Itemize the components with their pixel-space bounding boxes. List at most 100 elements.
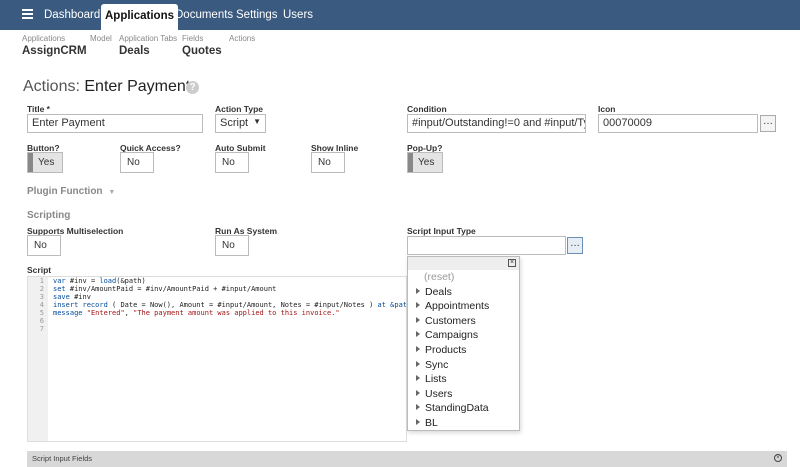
help-icon[interactable]: ? [186, 81, 199, 94]
expand-arrow-icon[interactable] [416, 404, 420, 411]
code-content[interactable]: var #inv = load(&path) set #inv/AmountPa… [53, 277, 406, 333]
dropdown-item-label: Lists [425, 373, 447, 386]
breadcrumb-model[interactable]: Model [90, 34, 112, 43]
dropdown-item-bl[interactable]: BL [408, 416, 519, 431]
breadcrumb-value[interactable]: Quotes [182, 45, 222, 57]
code-line: insert record ( Date = Now(), Amount = #… [53, 301, 406, 309]
supports-multiselection-value: No [34, 240, 47, 251]
expand-arrow-icon[interactable] [416, 302, 420, 309]
breadcrumb-label: Fields [182, 34, 204, 43]
script-input-fields-bar[interactable]: Script Input Fields × [27, 451, 787, 467]
top-nav-bar: Dashboard Applications Documents Setting… [0, 0, 800, 30]
dropdown-header: × [408, 257, 519, 270]
script-editor[interactable]: 1 2 3 4 5 6 7 var #inv = load(&path) set… [27, 276, 407, 442]
line-number: 1 [39, 277, 44, 285]
script-input-type-dropdown: × (reset) Deals Appointments Customers C… [407, 256, 520, 431]
quick-access-toggle-value: No [127, 157, 140, 168]
icon-picker-button[interactable]: … [760, 115, 776, 132]
action-type-label: Action Type [215, 104, 264, 114]
dropdown-item-label: BL [425, 416, 438, 429]
breadcrumb-value[interactable]: AssignCRM [22, 45, 87, 57]
show-inline-toggle[interactable]: No [311, 152, 345, 173]
expand-arrow-icon[interactable] [416, 345, 420, 352]
condition-label: Condition [407, 104, 447, 114]
nav-applications[interactable]: Applications [101, 4, 179, 30]
action-type-select[interactable]: Script ▼ [215, 114, 266, 133]
run-as-system-toggle[interactable]: No [215, 235, 249, 256]
breadcrumb-label: Model [90, 34, 112, 43]
dropdown-item-deals[interactable]: Deals [408, 285, 519, 300]
condition-input[interactable]: #input/Outstanding!=0 and #input/Typ [407, 114, 586, 133]
expand-arrow-icon[interactable] [416, 418, 420, 425]
button-toggle-value: Yes [38, 157, 55, 168]
line-number: 7 [39, 325, 44, 333]
dropdown-item-sync[interactable]: Sync [408, 358, 519, 373]
breadcrumb-label: Application Tabs [119, 34, 178, 43]
menu-icon[interactable] [22, 9, 33, 19]
breadcrumb-applications[interactable]: Applications AssignCRM [22, 34, 87, 57]
toggle-lever [28, 153, 33, 172]
dropdown-item-label: Appointments [425, 300, 490, 313]
auto-submit-toggle[interactable]: No [215, 152, 249, 173]
dropdown-reset-option[interactable]: (reset) [408, 270, 519, 285]
script-input-type-input[interactable] [407, 236, 566, 255]
icon-input[interactable]: 00070009 [598, 114, 758, 133]
dropdown-item-label: Users [425, 387, 453, 400]
breadcrumb-actions[interactable]: Actions [229, 34, 255, 43]
nav-dashboard[interactable]: Dashboard [44, 0, 100, 30]
chevron-down-icon: ▼ [108, 189, 116, 196]
breadcrumb-fields[interactable]: Fields Quotes [182, 34, 222, 57]
quick-access-toggle[interactable]: No [120, 152, 154, 173]
popup-toggle[interactable]: Yes [407, 152, 443, 173]
dropdown-caret-icon: ▼ [253, 117, 261, 126]
expand-arrow-icon[interactable] [416, 287, 420, 294]
dropdown-item-users[interactable]: Users [408, 387, 519, 402]
page-title-prefix: Actions: [23, 78, 80, 95]
breadcrumb-application-tabs[interactable]: Application Tabs Deals [119, 34, 177, 57]
close-icon[interactable]: × [508, 259, 516, 267]
popup-toggle-value: Yes [418, 157, 435, 168]
dropdown-item-customers[interactable]: Customers [408, 314, 519, 329]
dropdown-item-products[interactable]: Products [408, 343, 519, 358]
action-type-value: Script [220, 117, 249, 129]
breadcrumb-label: Actions [229, 34, 256, 43]
expand-arrow-icon[interactable] [416, 331, 420, 338]
editor-gutter: 1 2 3 4 5 6 7 [28, 277, 48, 441]
dropdown-item-appointments[interactable]: Appointments [408, 299, 519, 314]
dropdown-item-lists[interactable]: Lists [408, 372, 519, 387]
expand-arrow-icon[interactable] [416, 389, 420, 396]
dropdown-item-label: Campaigns [425, 329, 479, 342]
code-line: save #inv [53, 293, 91, 301]
expand-arrow-icon[interactable] [416, 360, 420, 367]
dropdown-item-campaigns[interactable]: Campaigns [408, 328, 519, 343]
title-input[interactable]: Enter Payment [27, 114, 203, 133]
dropdown-item-label: StandingData [425, 402, 489, 415]
script-label: Script [27, 265, 52, 275]
page-title: Actions: Enter Payment [23, 78, 190, 96]
dropdown-item-label: Deals [425, 285, 452, 298]
expand-arrow-icon[interactable] [416, 375, 420, 382]
expand-arrow-icon[interactable] [416, 316, 420, 323]
button-toggle[interactable]: Yes [27, 152, 63, 173]
plugin-function-label: Plugin Function [27, 186, 103, 197]
page-title-name: Enter Payment [84, 78, 191, 95]
toggle-lever [408, 153, 413, 172]
nav-users[interactable]: Users [283, 0, 313, 30]
script-input-type-label: Script Input Type [407, 226, 476, 236]
run-as-system-value: No [222, 240, 235, 251]
dropdown-item-standingdata[interactable]: StandingData [408, 401, 519, 416]
scripting-heading: Scripting [27, 210, 71, 221]
plugin-function-toggle[interactable]: Plugin Function ▼ [27, 186, 115, 197]
nav-documents[interactable]: Documents [175, 0, 233, 30]
nav-settings[interactable]: Settings [236, 0, 278, 30]
script-input-type-picker-button[interactable]: … [567, 237, 583, 254]
line-number: 6 [39, 317, 44, 325]
close-circle-icon[interactable]: × [774, 454, 782, 462]
line-number: 5 [39, 309, 44, 317]
title-label: Title * [27, 104, 50, 114]
icon-label: Icon [598, 104, 616, 114]
breadcrumb-value[interactable]: Deals [119, 45, 177, 57]
show-inline-toggle-value: No [318, 157, 331, 168]
supports-multiselection-toggle[interactable]: No [27, 235, 61, 256]
